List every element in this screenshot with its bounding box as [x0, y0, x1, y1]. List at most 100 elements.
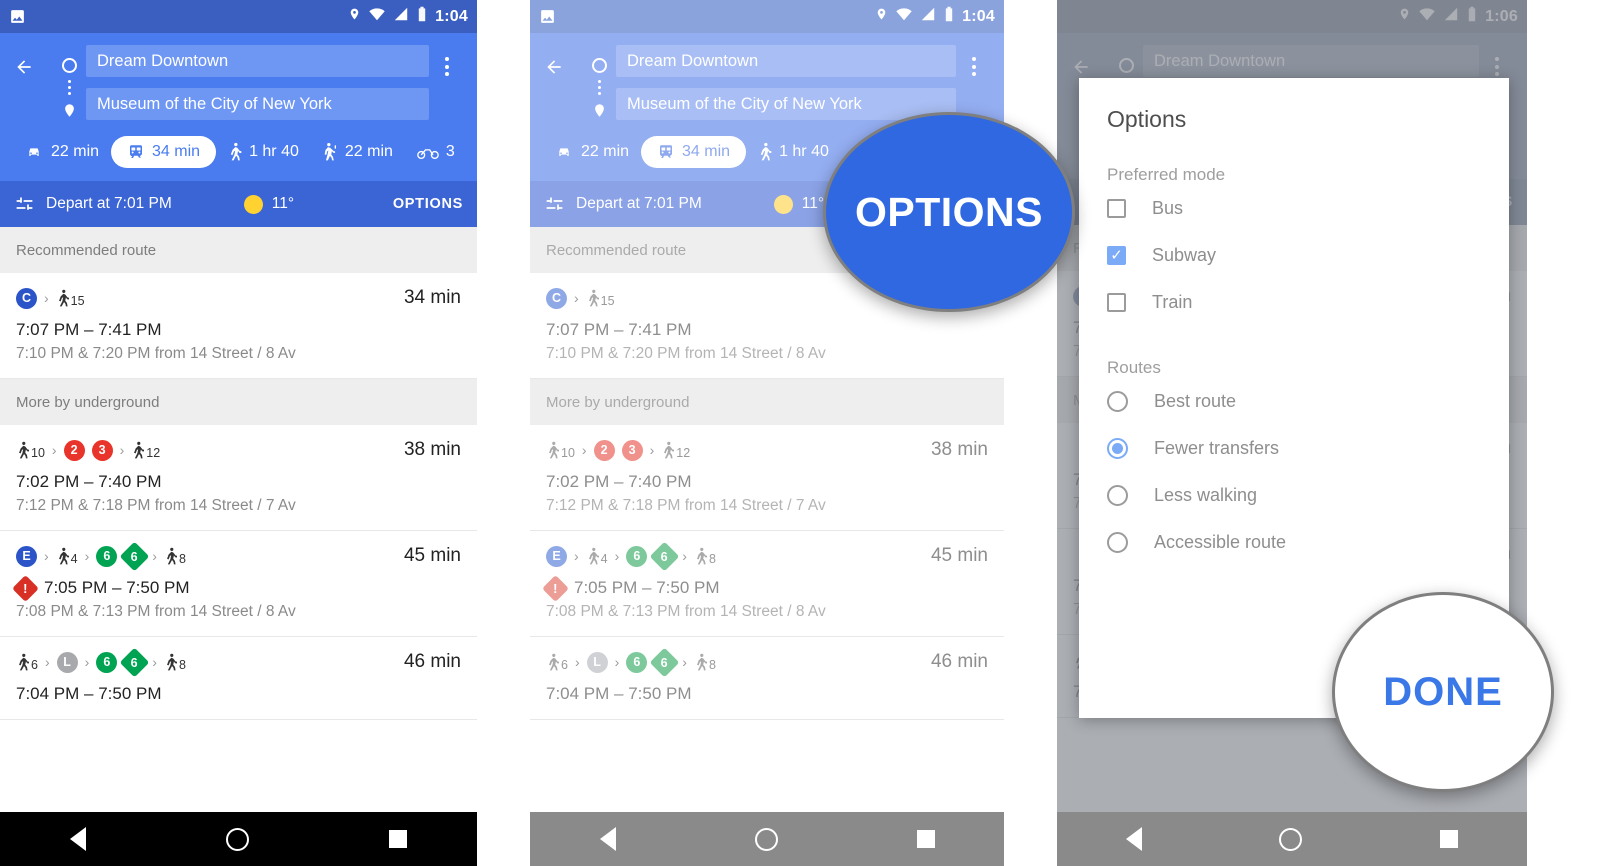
recents-square-icon[interactable]	[1440, 830, 1459, 848]
walk-icon	[19, 441, 30, 458]
walk-leg: 8	[694, 653, 716, 672]
sun-icon	[243, 194, 263, 214]
options-callout: OPTIONS	[823, 112, 1075, 312]
mode-tab-transit[interactable]: 34 min	[111, 136, 217, 168]
back-button[interactable]	[542, 45, 582, 131]
less-walking-radio[interactable]	[1107, 485, 1128, 506]
route-duration: 38 min	[930, 439, 988, 460]
bus-checkbox[interactable]	[1107, 199, 1126, 218]
radio-row-best-route[interactable]: Best route	[1079, 378, 1509, 425]
overflow-menu-button[interactable]	[429, 45, 465, 131]
mode-label-transit: 34 min	[152, 143, 201, 160]
walk-minutes: 12	[676, 445, 691, 460]
route-legs: 10 › 2 3 › 12	[16, 439, 404, 461]
route-row[interactable]: 6 › L › 6 6 › 8 46 min	[0, 637, 477, 720]
walk-icon	[697, 547, 707, 564]
weather-indicator: 11°	[773, 194, 825, 214]
chevron-right-icon: ›	[682, 548, 687, 564]
mode-tab-walk[interactable]: 1 hr 40	[216, 135, 311, 169]
walk-icon	[549, 441, 560, 458]
walk-icon	[19, 653, 30, 670]
chevron-right-icon: ›	[574, 654, 580, 670]
travel-mode-tabs: 22 min 34 min 1 hr 40 22 min	[0, 131, 477, 175]
home-circle-icon[interactable]	[226, 827, 249, 851]
route-endpoints-indicator	[52, 45, 86, 131]
depart-time-label[interactable]: Depart at 7:01 PM	[576, 195, 702, 213]
mode-label-walk: 1 hr 40	[249, 143, 299, 160]
mode-tab-rideshare[interactable]: 22 min	[311, 135, 405, 169]
checkbox-row-train[interactable]: Train	[1079, 279, 1509, 326]
route-duration: 46 min	[403, 651, 461, 672]
subway-label: Subway	[1152, 245, 1217, 265]
origin-input[interactable]: Dream Downtown	[86, 45, 429, 77]
origin-input[interactable]: Dream Downtown	[616, 45, 956, 77]
back-triangle-icon[interactable]	[70, 827, 86, 851]
car-icon	[559, 148, 569, 156]
checkbox-row-bus[interactable]: Bus	[1079, 185, 1509, 232]
options-button[interactable]: OPTIONS	[393, 196, 463, 212]
route-row[interactable]: E › 4 › 6 6 › 8 45 min ! 7:05 PM – 7:50 …	[530, 531, 1004, 637]
back-button[interactable]	[12, 45, 52, 131]
destination-input[interactable]: Museum of the City of New York	[86, 88, 429, 120]
route-row[interactable]: C › 15 34 min 7:07 PM – 7:41 PM 7:10 PM …	[0, 273, 477, 379]
alert-diamond-icon: !	[12, 574, 39, 602]
sun-icon	[773, 194, 793, 214]
temperature-label: 11°	[801, 195, 825, 212]
route-times: 7:07 PM – 7:41 PM	[546, 320, 692, 339]
recents-square-icon[interactable]	[916, 830, 935, 848]
walk-minutes: 8	[178, 657, 186, 672]
mode-tab-walk[interactable]: 1 hr 40	[746, 135, 841, 169]
walk-minutes: 6	[561, 657, 568, 672]
less-walking-label: Less walking	[1154, 485, 1258, 505]
accessible-route-radio[interactable]	[1107, 532, 1128, 553]
mode-tab-transit[interactable]: 34 min	[641, 136, 747, 168]
chevron-right-icon: ›	[84, 548, 90, 564]
fewer-transfers-radio[interactable]	[1107, 438, 1128, 459]
route-duration: 45 min	[403, 545, 461, 566]
back-triangle-icon[interactable]	[1125, 827, 1142, 851]
home-circle-icon[interactable]	[754, 827, 778, 851]
route-legs: 6 › L › 6 6 › 8	[16, 647, 404, 677]
route-row[interactable]: 10 › 2 3 › 12 38 min 7:02 PM – 7:40 PM 7…	[0, 425, 477, 531]
car-icon	[29, 148, 39, 156]
home-circle-icon[interactable]	[1279, 827, 1303, 851]
route-row[interactable]: E › 4 › 6 6 › 8 45 min ! 7:05 PM – 7:50 …	[0, 531, 477, 637]
chevron-right-icon: ›	[152, 654, 157, 670]
walk-icon	[134, 441, 145, 458]
train-checkbox[interactable]	[1107, 293, 1126, 312]
phone-screen-1: 1:04 Dream Downtown Museum of the City o…	[0, 0, 477, 866]
route-departures: 7:10 PM & 7:20 PM from 14 Street / 8 Av	[546, 345, 826, 362]
mode-label-drive: 22 min	[581, 143, 630, 160]
radio-row-less-walking[interactable]: Less walking	[1079, 472, 1509, 519]
route-row[interactable]: 10 › 2 3 › 12 38 min 7:02 PM – 7:40 PM 7…	[530, 425, 1004, 531]
depart-time-label[interactable]: Depart at 7:01 PM	[46, 195, 172, 213]
walk-leg: 6	[16, 653, 38, 672]
gallery-icon	[539, 8, 556, 25]
mode-tab-drive[interactable]: 22 min	[12, 136, 111, 168]
best-route-radio[interactable]	[1107, 391, 1128, 412]
line-badge-express: 6	[649, 647, 680, 677]
radio-row-fewer-transfers[interactable]: Fewer transfers	[1079, 425, 1509, 472]
line-badge: 2	[593, 439, 615, 461]
chevron-right-icon: ›	[44, 654, 50, 670]
rideshare-icon	[324, 143, 336, 161]
route-duration: 38 min	[403, 439, 461, 460]
recents-square-icon[interactable]	[389, 830, 407, 848]
chevron-right-icon: ›	[119, 442, 125, 458]
mode-tab-drive[interactable]: 22 min	[542, 136, 641, 168]
checkbox-row-subway[interactable]: Subway	[1079, 232, 1509, 279]
subway-checkbox[interactable]	[1107, 246, 1126, 265]
route-times-with-alert: ! 7:05 PM – 7:50 PM	[12, 574, 461, 602]
back-triangle-icon[interactable]	[599, 827, 616, 851]
walk-leg: 6	[546, 653, 568, 672]
battery-icon	[416, 6, 428, 27]
destination-input[interactable]: Museum of the City of New York	[616, 88, 956, 120]
line-badge-express: 6	[119, 541, 150, 571]
routes-label: Routes	[1107, 358, 1161, 377]
walk-icon	[664, 441, 675, 458]
route-row[interactable]: 6 › L › 6 6 › 8 46 min	[530, 637, 1004, 720]
chevron-right-icon: ›	[574, 290, 579, 306]
radio-row-accessible-route[interactable]: Accessible route	[1079, 519, 1509, 566]
location-icon	[875, 6, 888, 27]
mode-tab-bike[interactable]: 3	[405, 136, 467, 168]
